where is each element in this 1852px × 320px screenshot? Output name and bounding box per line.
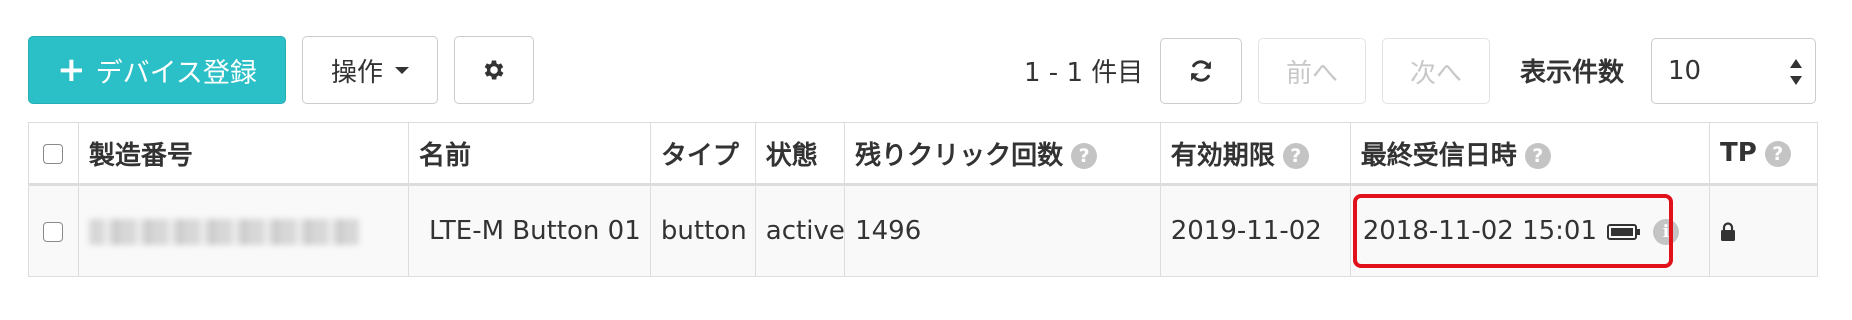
refresh-icon [1191, 60, 1211, 82]
column-header-label: TP [1719, 138, 1757, 168]
per-page-label: 表示件数 [1520, 58, 1625, 88]
plus-icon: + [57, 50, 86, 90]
column-header-serial[interactable]: 製造番号 [77, 122, 410, 186]
column-header-label: 名前 [419, 140, 472, 171]
type-cell: button [649, 184, 756, 277]
per-page-select[interactable]: 10 [1651, 38, 1816, 104]
column-header-label: 状態 [765, 140, 818, 171]
toolbar: + デバイス登録 操作 1 - 1 件目 前へ 次へ 表示件数 10 [0, 0, 1852, 110]
per-page-value: 10 [1668, 56, 1702, 86]
column-header-status[interactable]: 状態 [754, 122, 846, 186]
next-page-button[interactable]: 次へ [1382, 38, 1490, 104]
remaining-clicks-cell: 1496 [844, 184, 1161, 277]
help-icon[interactable]: ? [1524, 143, 1551, 169]
operations-label: 操作 [330, 57, 383, 88]
column-header-type[interactable]: タイプ [649, 122, 756, 186]
serial-cell [77, 184, 410, 277]
gear-icon [484, 60, 504, 80]
help-icon[interactable]: ? [1282, 143, 1309, 169]
row-checkbox[interactable] [43, 221, 64, 242]
row-select-cell [28, 184, 79, 277]
remaining-clicks-value: 1496 [855, 216, 922, 246]
table-header-row: 製造番号 名前 タイプ 状態 残りクリック回数? 有効期限? 最終受信日時? T… [28, 122, 1819, 186]
add-device-label: デバイス登録 [95, 57, 257, 89]
select-all-checkbox[interactable] [43, 143, 64, 164]
device-status: active [765, 216, 845, 246]
column-header-last-received[interactable]: 最終受信日時? [1349, 122, 1710, 186]
operations-dropdown-button[interactable]: 操作 [302, 36, 438, 104]
table-row[interactable]: LTE-M Button 01 button active 1496 2019-… [28, 184, 1819, 277]
select-arrows-icon [1790, 59, 1802, 85]
tp-cell [1708, 184, 1819, 277]
previous-page-button[interactable]: 前へ [1258, 38, 1366, 104]
pagination-range: 1 - 1 件目 [1024, 58, 1144, 88]
refresh-button[interactable] [1160, 38, 1242, 104]
status-cell: active [754, 184, 846, 277]
name-cell[interactable]: LTE-M Button 01 [408, 184, 651, 277]
column-header-label: タイプ [660, 140, 739, 171]
device-type: button [660, 216, 747, 246]
column-header-tp[interactable]: TP? [1708, 122, 1819, 186]
help-icon[interactable]: ? [1764, 140, 1791, 167]
lock-icon [1720, 221, 1735, 241]
select-all-header [28, 122, 79, 186]
column-header-remaining-clicks[interactable]: 残りクリック回数? [844, 122, 1161, 186]
add-device-button[interactable]: + デバイス登録 [28, 36, 286, 104]
column-header-label: 残りクリック回数 [855, 140, 1064, 171]
column-header-label: 製造番号 [88, 140, 193, 171]
column-header-name[interactable]: 名前 [408, 122, 651, 186]
expiry-value: 2019-11-02 [1170, 216, 1322, 246]
device-name: LTE-M Button 01 [429, 216, 641, 246]
column-header-expiry[interactable]: 有効期限? [1159, 122, 1351, 186]
redacted-serial [88, 218, 359, 245]
column-header-label: 有効期限 [1170, 140, 1275, 171]
expiry-cell: 2019-11-02 [1159, 184, 1351, 277]
last-received-cell: 2018-11-02 15:01 i [1349, 184, 1710, 277]
caret-down-icon [395, 66, 409, 74]
help-icon[interactable]: ? [1071, 143, 1098, 169]
settings-button[interactable] [454, 36, 534, 104]
column-header-label: 最終受信日時 [1360, 140, 1517, 171]
highlight-box [1352, 194, 1673, 268]
device-table: 製造番号 名前 タイプ 状態 残りクリック回数? 有効期限? 最終受信日時? T… [28, 122, 1819, 277]
